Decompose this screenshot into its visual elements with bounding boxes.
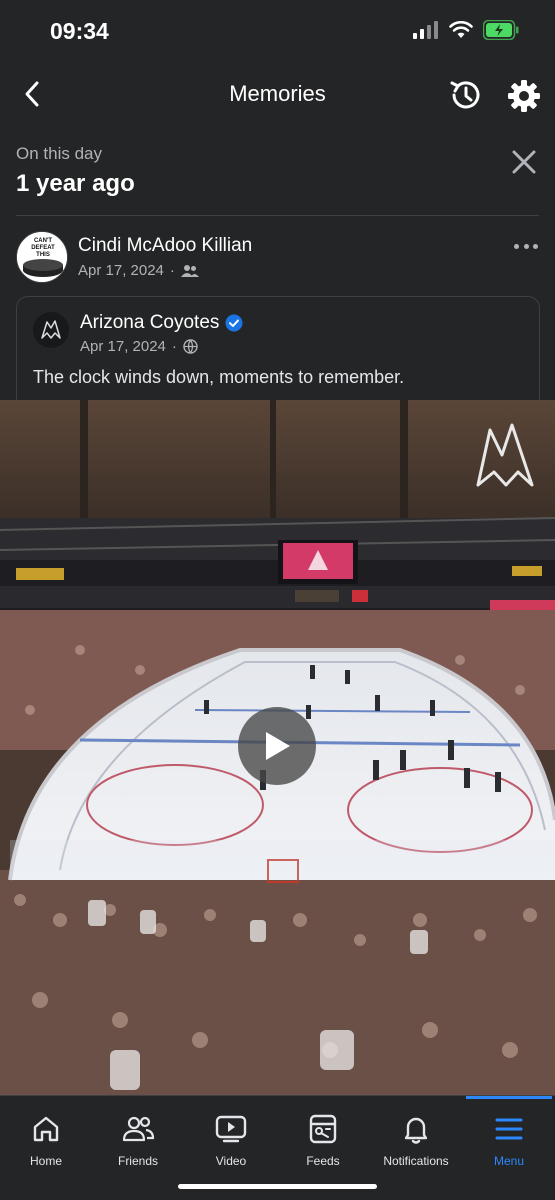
friends-icon — [121, 1112, 155, 1146]
tab-video[interactable]: Video — [185, 1096, 277, 1176]
shared-avatar[interactable] — [33, 312, 69, 348]
divider — [16, 215, 539, 216]
more-options-button[interactable] — [508, 236, 544, 256]
memory-subtitle: On this day — [16, 144, 102, 163]
play-button[interactable] — [238, 707, 316, 785]
settings-button[interactable] — [504, 76, 544, 116]
tab-menu[interactable]: Menu — [463, 1096, 555, 1176]
memory-header: On this day 1 year ago — [16, 144, 541, 198]
home-indicator[interactable] — [178, 1184, 377, 1189]
memory-title: 1 year ago — [16, 170, 135, 197]
signal-icon — [413, 21, 438, 39]
friends-audience-icon — [180, 264, 199, 277]
verified-badge-icon — [225, 314, 243, 332]
feeds-icon — [306, 1112, 340, 1146]
tab-label: Notifications — [383, 1154, 449, 1168]
shared-date: Apr 17, 2024 — [80, 338, 166, 355]
meta-separator: · — [169, 262, 175, 279]
more-dot — [523, 243, 529, 249]
shared-author[interactable]: Arizona Coyotes — [80, 312, 243, 334]
tab-friends[interactable]: Friends — [92, 1096, 184, 1176]
history-button[interactable] — [446, 75, 486, 115]
tab-label: Friends — [117, 1154, 158, 1168]
gear-icon — [508, 80, 540, 112]
tab-label: Video — [215, 1154, 247, 1168]
shared-meta: Apr 17, 2024 · — [80, 338, 198, 355]
more-dot — [514, 243, 519, 249]
play-icon — [266, 732, 290, 760]
shared-post-text: The clock winds down, moments to remembe… — [33, 367, 405, 387]
battery-icon — [483, 20, 519, 40]
avatar-image: CAN'T DEFEAT THIS — [17, 232, 67, 282]
tab-label: Home — [29, 1154, 62, 1168]
tab-label: Menu — [493, 1154, 525, 1168]
video-icon — [214, 1112, 248, 1146]
wifi-icon — [449, 21, 473, 38]
meta-separator: · — [171, 338, 177, 355]
close-button[interactable] — [508, 146, 540, 178]
history-clock-icon — [450, 81, 480, 109]
shared-author-name[interactable]: Arizona Coyotes — [80, 312, 219, 334]
status-icons — [413, 20, 519, 40]
close-icon — [512, 150, 536, 174]
svg-text:THIS: THIS — [36, 252, 50, 258]
svg-text:CAN'T: CAN'T — [34, 238, 52, 244]
tab-notifications[interactable]: Notifications — [370, 1096, 462, 1176]
tab-feeds[interactable]: Feeds — [277, 1096, 369, 1176]
bell-icon — [399, 1112, 433, 1146]
more-dot — [533, 243, 538, 249]
post-date: Apr 17, 2024 — [78, 262, 164, 279]
svg-text:DEFEAT: DEFEAT — [31, 245, 55, 251]
video-player[interactable] — [0, 400, 555, 1095]
post-meta: Apr 17, 2024 · — [78, 262, 199, 279]
top-navigation-bar: Memories — [0, 62, 555, 128]
avatar[interactable]: CAN'T DEFEAT THIS — [16, 231, 68, 283]
home-icon — [29, 1112, 63, 1146]
coyotes-logo-icon — [41, 320, 61, 339]
post-author-name[interactable]: Cindi McAdoo Killian — [78, 235, 252, 257]
menu-icon — [492, 1112, 526, 1146]
status-bar: 09:34 — [0, 0, 555, 62]
status-time: 09:34 — [50, 18, 109, 44]
tab-label: Feeds — [306, 1154, 340, 1168]
tab-home[interactable]: Home — [0, 1096, 92, 1176]
public-globe-icon — [183, 339, 198, 354]
